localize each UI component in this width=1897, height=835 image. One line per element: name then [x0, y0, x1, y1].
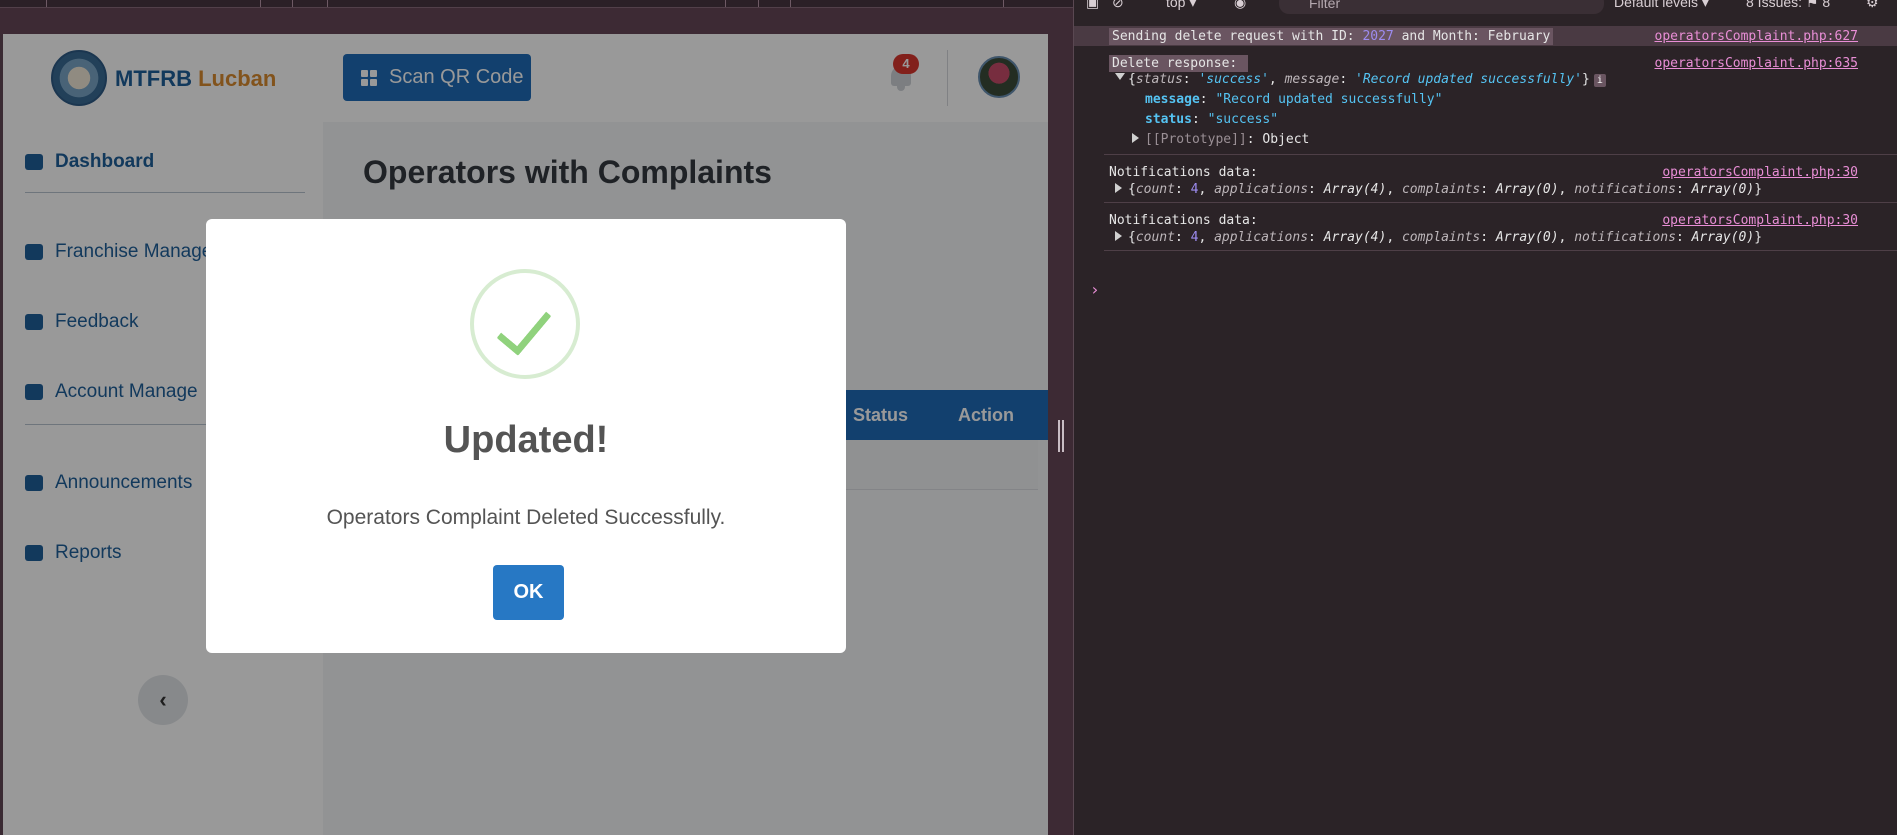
object-preview[interactable]: {count: 4, applications: Array(4), compl…	[1074, 179, 1897, 199]
success-check-icon	[470, 269, 580, 379]
source-link[interactable]: operatorsComplaint.php:30	[1662, 213, 1858, 228]
modal-message: Operators Complaint Deleted Successfully…	[326, 506, 726, 529]
log-text: Sending delete request with ID:	[1112, 29, 1363, 44]
log-separator	[1104, 250, 1897, 251]
source-link[interactable]: operatorsComplaint.php:627	[1655, 29, 1859, 44]
filter-input[interactable]: Filter	[1279, 0, 1604, 14]
apps-value: Array(4)	[1323, 230, 1387, 245]
tab-divider	[758, 0, 759, 7]
levels-label: Default levels	[1614, 0, 1699, 10]
info-icon[interactable]: i	[1593, 74, 1606, 87]
object-preview[interactable]: {status: 'success', message: 'Record upd…	[1074, 69, 1897, 89]
prop-key: [[Prototype]]	[1145, 132, 1247, 147]
expand-arrow-icon[interactable]	[1115, 73, 1125, 80]
prop-value: Object	[1262, 132, 1310, 147]
log-id: 2027	[1362, 29, 1394, 44]
modal-title: Updated!	[443, 419, 609, 461]
log-text: and Month: February	[1393, 29, 1551, 44]
issues-count: 8	[1822, 0, 1831, 10]
expand-arrow-icon[interactable]	[1132, 133, 1139, 143]
tab-divider	[260, 0, 261, 7]
prop-value: "Record updated successfully"	[1215, 92, 1443, 107]
tab-strip-remnant	[0, 0, 1073, 8]
log-separator	[1104, 154, 1897, 155]
tab-divider	[790, 0, 791, 7]
expand-arrow-icon[interactable]	[1115, 231, 1122, 241]
object-property: message: "Record updated successfully"	[1145, 92, 1443, 107]
log-text: Notifications data:	[1109, 165, 1258, 180]
tab-divider	[1003, 0, 1004, 7]
apps-value: Array(4)	[1323, 182, 1387, 197]
issues-button[interactable]: 8 Issues: ⚑ 8	[1746, 0, 1830, 11]
object-preview[interactable]: {count: 4, applications: Array(4), compl…	[1074, 227, 1897, 247]
context-label: top	[1166, 0, 1186, 10]
object-property: status: "success"	[1145, 112, 1279, 127]
count-value: 4	[1190, 230, 1199, 245]
flag-icon: ⚑	[1805, 0, 1819, 10]
log-text: Notifications data:	[1109, 213, 1258, 228]
log-separator	[1104, 202, 1897, 203]
devtools-panel: ▣ ⊘ top ▾ ◉ Filter Default levels ▾ 8 Is…	[1073, 0, 1897, 835]
tab-divider	[46, 0, 47, 7]
expand-arrow-icon[interactable]	[1115, 183, 1122, 193]
obj-status: 'success'	[1198, 72, 1269, 87]
eye-icon[interactable]: ◉	[1234, 0, 1246, 11]
ok-button[interactable]: OK	[493, 565, 564, 620]
app-viewport: MTFRB Lucban Scan QR Code 4 Dashboard Fr…	[3, 34, 1048, 835]
prop-key: status	[1145, 112, 1192, 127]
tab-divider	[327, 0, 328, 7]
prop-value: "success"	[1207, 112, 1279, 127]
notifs-value: Array(0)	[1691, 182, 1755, 197]
notifs-value: Array(0)	[1691, 230, 1755, 245]
success-modal: Updated! Operators Complaint Deleted Suc…	[206, 219, 846, 653]
complaints-value: Array(0)	[1495, 182, 1559, 197]
console-prompt-icon[interactable]: ›	[1090, 280, 1100, 299]
clear-console-icon[interactable]: ⊘	[1112, 0, 1124, 11]
tab-divider	[725, 0, 726, 7]
context-selector[interactable]: top ▾	[1166, 0, 1196, 11]
browser-top-strip	[0, 0, 1073, 34]
object-property[interactable]: [[Prototype]]: Object	[1074, 129, 1897, 149]
console-log-line[interactable]: Sending delete request with ID: 2027 and…	[1074, 26, 1897, 46]
complaints-value: Array(0)	[1495, 230, 1559, 245]
tab-divider	[292, 0, 293, 7]
drag-handle-icon[interactable]	[1058, 420, 1064, 452]
sidebar-toggle-icon[interactable]: ▣	[1086, 0, 1099, 11]
prop-key: message	[1145, 92, 1200, 107]
filter-placeholder: Filter	[1309, 0, 1341, 11]
issues-label: 8 Issues:	[1746, 0, 1803, 10]
gear-icon[interactable]: ⚙	[1866, 0, 1879, 11]
source-link[interactable]: operatorsComplaint.php:30	[1662, 165, 1858, 180]
console-toolbar: ▣ ⊘ top ▾ ◉ Filter Default levels ▾ 8 Is…	[1074, 0, 1897, 14]
obj-message: 'Record updated successfully'	[1355, 72, 1582, 87]
levels-dropdown[interactable]: Default levels ▾	[1614, 0, 1709, 11]
count-value: 4	[1190, 182, 1199, 197]
